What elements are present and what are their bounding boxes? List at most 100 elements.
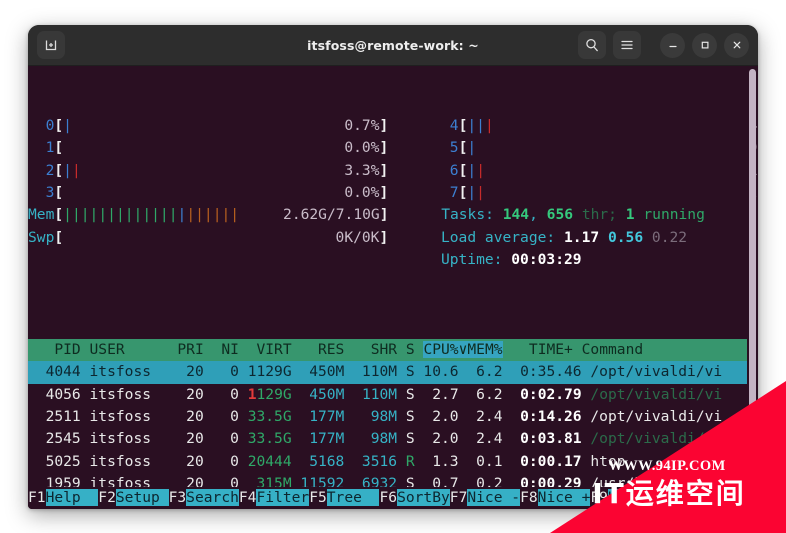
fkey-number[interactable]: F1 xyxy=(28,488,46,506)
fkey-label[interactable]: Quit xyxy=(687,488,740,506)
fkey-label[interactable]: SortBy xyxy=(397,488,450,506)
cell-virt: 1129G xyxy=(247,385,292,403)
cell-pid: 2511 xyxy=(28,407,81,425)
cell-shr: 3516 xyxy=(344,452,398,470)
new-tab-icon[interactable] xyxy=(37,31,65,59)
search-icon[interactable] xyxy=(578,31,606,59)
terminal-content[interactable]: 0[| 0.7%] 4[||| 4.7%] 1[ 0.0%] 5[| 0.7%]… xyxy=(28,66,758,509)
cell-virt: 33.5G xyxy=(238,407,292,425)
cell-ni: 0 xyxy=(203,407,239,425)
cell-res: 177M xyxy=(291,430,345,448)
cell-time: 0:00.17 xyxy=(502,452,582,470)
htop-screen: 0[| 0.7%] 4[||| 4.7%] 1[ 0.0%] 5[| 0.7%]… xyxy=(28,70,758,509)
cell-command: htop xyxy=(590,452,626,470)
cell-user: itsfoss xyxy=(89,452,160,470)
col-header-cpu: CPU%∨MEM% xyxy=(423,340,503,358)
fkey-number[interactable]: F9 xyxy=(590,488,608,506)
cell-user: itsfoss xyxy=(89,363,160,381)
cell-pri: 20 xyxy=(159,430,204,448)
col-header-pid: PID xyxy=(28,340,81,358)
cell-shr: 98M xyxy=(344,430,398,448)
fkey-number[interactable]: F2 xyxy=(98,488,116,506)
cell-ni: 0 xyxy=(203,363,239,381)
col-header-time: TIME+ xyxy=(502,340,573,358)
cpu-meter-row: 1[ 0.0%] 5[| 0.7%] xyxy=(28,139,758,157)
swap-meter-row: Swp[ 0K/0K] Load average: 1.17 0.56 0.22 xyxy=(28,228,688,246)
fkey-label[interactable]: Tree xyxy=(326,488,380,506)
col-header-pri: PRI xyxy=(159,340,204,358)
cell-pid: 4056 xyxy=(28,385,81,403)
cpu-meter-row: 0[| 0.7%] 4[||| 4.7%] xyxy=(28,116,758,134)
titlebar-controls xyxy=(578,31,749,59)
cell-user: itsfoss xyxy=(89,430,160,448)
fkey-number[interactable]: F4 xyxy=(238,488,257,506)
cell-time: 0:35.46 xyxy=(502,363,582,381)
cell-ni: 0 xyxy=(203,385,239,403)
cell-mem: 2.4 xyxy=(458,430,503,448)
cell-pri: 20 xyxy=(159,452,204,470)
maximize-button[interactable] xyxy=(692,32,717,58)
fkey-label[interactable]: Setup xyxy=(115,488,169,506)
table-row[interactable]: 2545 itsfoss 20 0 33.5G 177M 98M S 2.0 2… xyxy=(28,428,747,450)
cell-ni: 0 xyxy=(203,430,239,448)
fkey-label[interactable]: Filter xyxy=(256,488,310,506)
cell-state: S xyxy=(397,407,415,425)
cell-shr: 110M xyxy=(344,363,398,381)
cell-state: S xyxy=(397,363,415,381)
table-row[interactable]: 5025 itsfoss 20 0 20444 5168 3516 R 1.3 … xyxy=(28,451,747,473)
window-titlebar: itsfoss@remote-work: ~ xyxy=(28,25,758,66)
terminal-window: itsfoss@remote-work: ~ 0[| 0.7%] 4[||| 1… xyxy=(28,25,758,509)
minimize-button[interactable] xyxy=(660,32,685,58)
cell-time: 0:02.79 xyxy=(502,385,582,403)
cell-mem: 0.1 xyxy=(458,452,503,470)
table-row[interactable]: 4056 itsfoss 20 0 1129G 450M 110M S 2.7 … xyxy=(28,384,747,406)
cell-command: /opt/vivaldi/vi xyxy=(590,407,723,425)
cell-shr: 98M xyxy=(344,407,398,425)
col-header-res: RES xyxy=(291,340,345,358)
scrollbar-thumb[interactable] xyxy=(749,69,756,461)
process-table-header[interactable]: PID USER PRI NI VIRT RES SHR S CPU%∨MEM%… xyxy=(28,338,747,362)
fkey-number[interactable]: F7 xyxy=(449,488,468,506)
terminal-scrollbar[interactable] xyxy=(749,68,756,507)
fkey-label[interactable]: Kill xyxy=(607,488,661,506)
cell-pri: 20 xyxy=(159,385,204,403)
cell-mem: 6.2 xyxy=(458,363,503,381)
cpu-meter-row: 2[|| 3.3%] 6[|| 1.3%] xyxy=(28,161,758,179)
close-button[interactable] xyxy=(724,32,749,58)
cell-virt: 33.5G xyxy=(238,430,292,448)
cell-res: 450M xyxy=(291,385,345,403)
cell-command: /opt/vivaldi/vi xyxy=(590,385,723,403)
htop-function-key-bar[interactable]: F1Help F2Setup F3SearchF4FilterF5Tree F6… xyxy=(28,486,758,509)
cell-cpu: 1.3 xyxy=(414,452,459,470)
fkey-number[interactable]: F5 xyxy=(309,488,327,506)
fkey-number[interactable]: F8 xyxy=(520,488,538,506)
fkey-label[interactable]: Nice + xyxy=(537,488,591,506)
cell-time: 0:14.26 xyxy=(502,407,582,425)
cell-res: 5168 xyxy=(291,452,345,470)
fkey-number[interactable]: F10 xyxy=(660,488,688,506)
table-row[interactable]: 2511 itsfoss 20 0 33.5G 177M 98M S 2.0 2… xyxy=(28,406,747,428)
cell-user: itsfoss xyxy=(89,407,160,425)
mem-meter-row: Mem[|||||||||||||||||||| 2.62G/7.10G] Ta… xyxy=(28,206,705,224)
table-row[interactable]: 4044 itsfoss 20 0 1129G 450M 110M S 10.6… xyxy=(28,361,747,384)
col-header-s: S xyxy=(397,340,415,358)
meters-spacer xyxy=(28,272,747,294)
cell-state: R xyxy=(397,452,415,470)
cell-state: S xyxy=(397,385,415,403)
uptime-row: Uptime: 00:03:29 xyxy=(440,251,582,269)
cell-cpu: 2.0 xyxy=(414,407,459,425)
cell-mem: 6.2 xyxy=(458,385,503,403)
fkey-number[interactable]: F6 xyxy=(379,488,398,506)
fkey-label[interactable]: Nice - xyxy=(467,488,521,506)
fkey-label[interactable]: Search xyxy=(186,488,239,506)
cell-cpu: 10.6 xyxy=(414,363,459,381)
hamburger-menu-icon[interactable] xyxy=(613,31,641,59)
col-header-ni: NI xyxy=(203,340,239,358)
cell-cpu: 2.0 xyxy=(414,430,459,448)
fkey-number[interactable]: F3 xyxy=(168,488,187,506)
cell-pid: 4044 xyxy=(28,363,81,381)
cell-pri: 20 xyxy=(159,407,204,425)
cell-pid: 5025 xyxy=(28,452,81,470)
fkey-label[interactable]: Help xyxy=(45,488,99,506)
col-header-user: USER xyxy=(89,340,160,358)
